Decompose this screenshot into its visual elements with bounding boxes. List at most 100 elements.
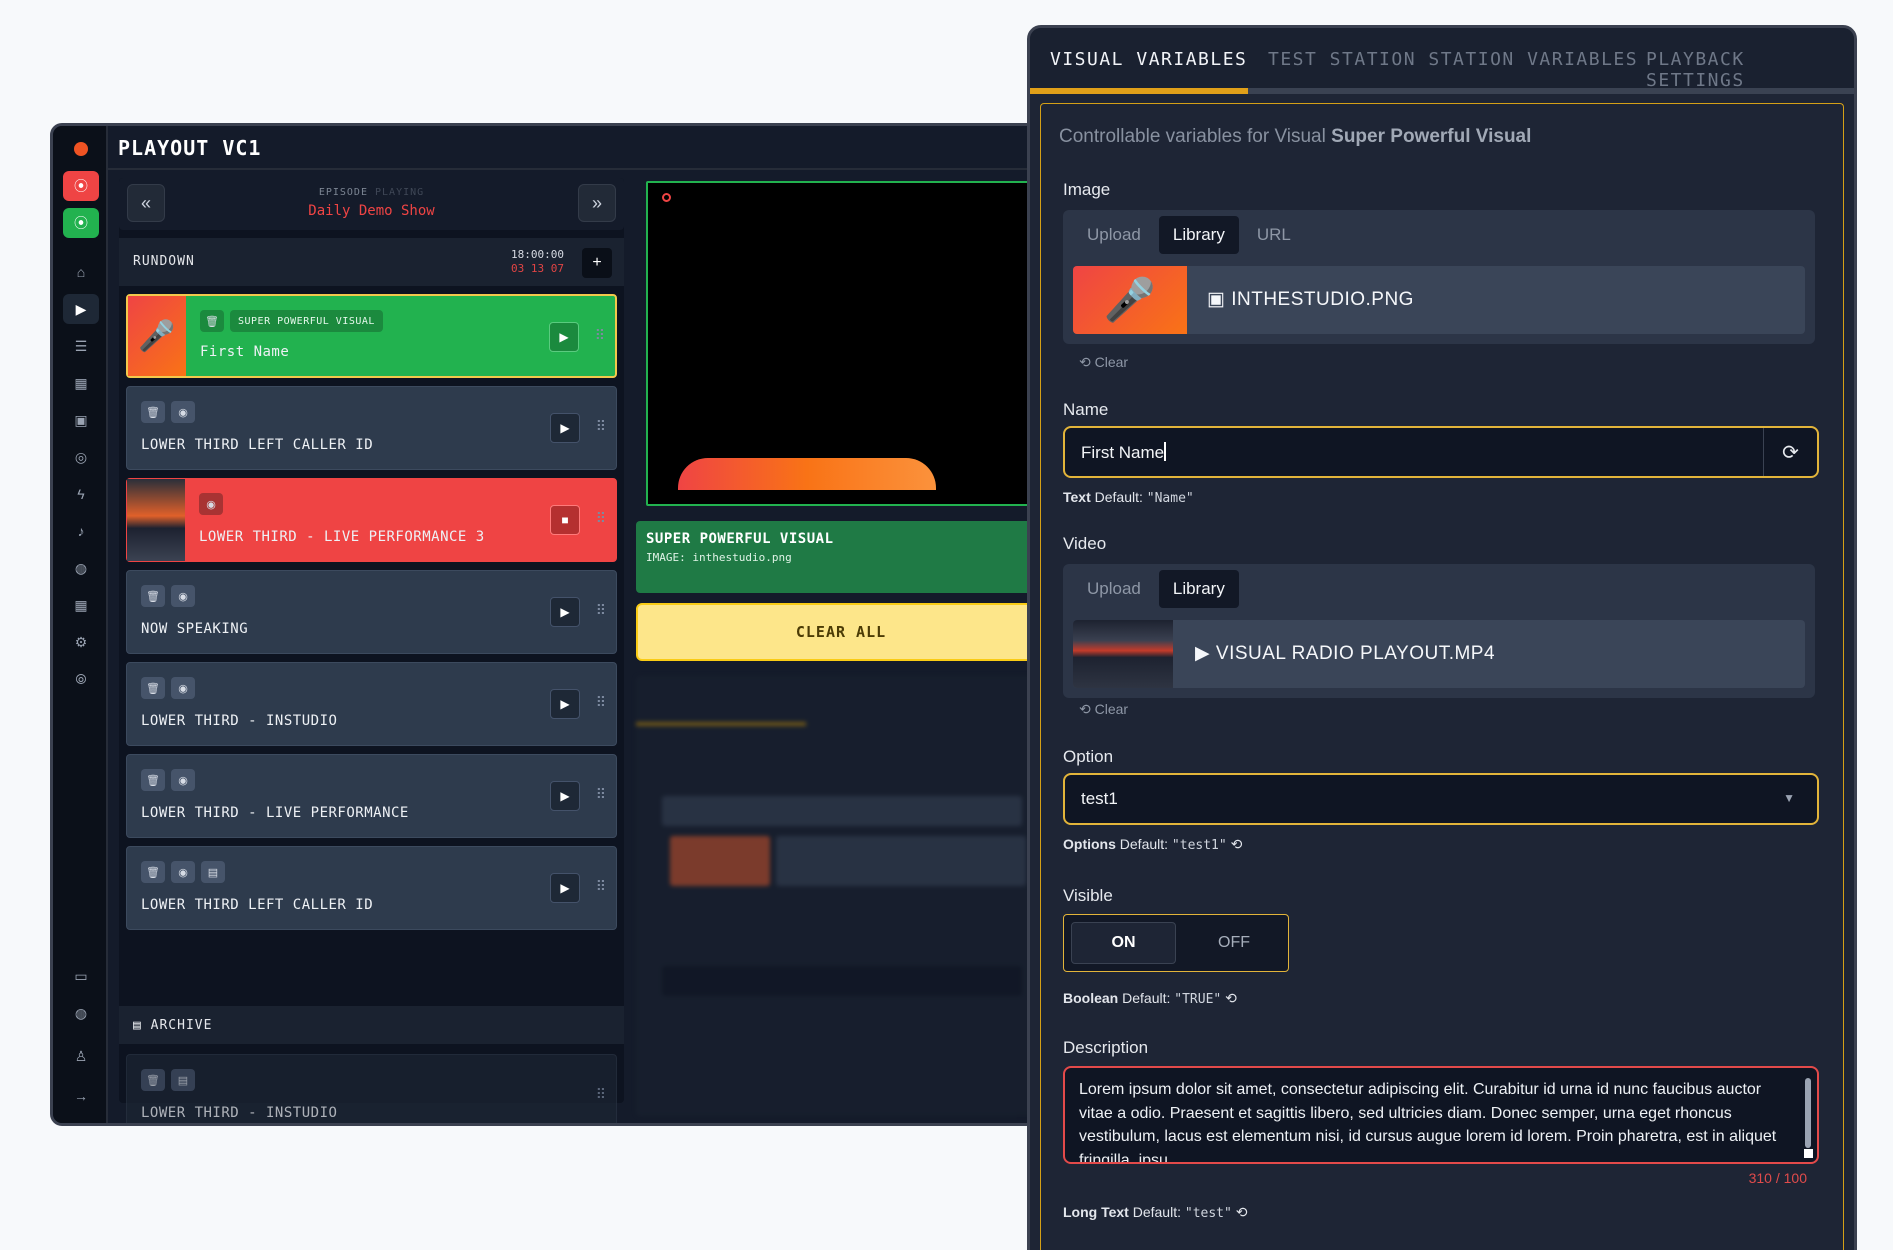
rundown-item[interactable]: 🗑 ◉ ▤ LOWER THIRD LEFT CALLER ID ▶ ⠿ — [126, 846, 617, 930]
video-file[interactable]: ▶ VISUAL RADIO PLAYOUT.MP4 — [1073, 620, 1805, 688]
arrow-right-icon[interactable]: → — [63, 1081, 99, 1111]
image-label: Image — [1063, 180, 1111, 199]
reset-icon[interactable]: ⟲ — [1225, 990, 1237, 1006]
tab-playback-settings[interactable]: PLAYBACK SETTINGS — [1646, 49, 1854, 91]
play-button[interactable]: ▶ — [550, 689, 580, 719]
episode-status: PLAYING — [375, 187, 425, 198]
text-cursor — [1164, 442, 1167, 461]
go-icon[interactable]: ⦿ — [63, 208, 99, 238]
item-name: LOWER THIRD - INSTUDIO — [141, 1105, 338, 1121]
drag-handle-icon[interactable]: ⠿ — [596, 418, 606, 435]
play-button[interactable]: ▶ — [550, 873, 580, 903]
image-clear-link[interactable]: ⟲ Clear — [1079, 354, 1128, 371]
clear-all-button[interactable]: CLEAR ALL — [636, 603, 1046, 661]
episode-bar: « EPISODE PLAYING Daily Demo Show » — [119, 178, 624, 230]
eye-icon[interactable]: ◉ — [171, 585, 195, 607]
description-textarea[interactable]: Lorem ipsum dolor sit amet, consectetur … — [1063, 1066, 1819, 1164]
play-icon[interactable]: ▶ — [63, 294, 99, 324]
home-icon[interactable]: ⌂ — [63, 257, 99, 287]
archive-title: ARCHIVE — [150, 1018, 213, 1033]
video-tab-library[interactable]: Library — [1158, 570, 1239, 608]
visible-default-hint: Boolean Default: "TRUE" ⟲ — [1063, 990, 1237, 1007]
visible-label: Visible — [1063, 886, 1113, 905]
toggle-off-option[interactable]: OFF — [1184, 922, 1284, 964]
bolt-icon[interactable]: ϟ — [63, 479, 99, 509]
add-item-button[interactable]: + — [582, 248, 612, 278]
stop-icon[interactable]: ⦿ — [63, 171, 99, 201]
tab-station-variables[interactable]: TEST STATION STATION VARIABLES — [1268, 49, 1638, 70]
trash-icon[interactable]: 🗑 — [141, 861, 165, 883]
monitor-icon[interactable]: ▭ — [63, 961, 99, 991]
rundown-item[interactable]: 🗑 ◉ LOWER THIRD LEFT CALLER ID ▶ ⠿ — [126, 386, 617, 470]
next-episode-button[interactable]: » — [578, 184, 616, 222]
trash-icon[interactable]: 🗑 — [200, 310, 224, 332]
archive-icon[interactable]: ▤ — [171, 1069, 195, 1091]
active-tab-indicator — [1030, 88, 1248, 94]
toggle-on-option[interactable]: ON — [1071, 922, 1176, 964]
rundown-item[interactable]: 🗑 ◉ LOWER THIRD - INSTUDIO ▶ ⠿ — [126, 662, 617, 746]
video-clear-link[interactable]: ⟲ Clear — [1079, 701, 1128, 718]
visible-toggle[interactable]: ON OFF — [1063, 914, 1289, 972]
option-select[interactable]: test1 ▼ — [1063, 773, 1819, 825]
mic-icon[interactable]: ◍ — [63, 553, 99, 583]
drag-handle-icon[interactable]: ⠿ — [595, 327, 605, 344]
trash-icon[interactable]: 🗑 — [141, 677, 165, 699]
play-button[interactable]: ▶ — [550, 597, 580, 627]
episode-title: Daily Demo Show — [308, 203, 435, 219]
broadcast-icon[interactable]: ⦾ — [63, 664, 99, 694]
drag-handle-icon[interactable]: ⠿ — [596, 878, 606, 895]
image-icon[interactable]: ▣ — [63, 405, 99, 435]
list-icon[interactable]: ☰ — [63, 331, 99, 361]
trash-icon[interactable]: 🗑 — [141, 401, 165, 423]
archived-item[interactable]: 🗑 ▤ LOWER THIRD - INSTUDIO ⠿ — [126, 1054, 617, 1123]
image-file-name: INTHESTUDIO.PNG — [1231, 289, 1414, 310]
record-icon[interactable] — [63, 134, 99, 164]
trash-icon[interactable]: 🗑 — [141, 585, 165, 607]
drag-handle-icon[interactable]: ⠿ — [596, 602, 606, 619]
music-icon[interactable]: ♪ — [63, 516, 99, 546]
eye-icon[interactable]: ◉ — [199, 493, 223, 515]
drag-handle-icon[interactable]: ⠿ — [596, 510, 606, 527]
on-air-card[interactable]: SUPER POWERFUL VISUAL IMAGE: inthestudio… — [636, 521, 1046, 593]
rundown-title: RUNDOWN — [133, 254, 195, 269]
eye-icon[interactable]: ◉ — [171, 677, 195, 699]
drag-handle-icon[interactable]: ⠿ — [596, 694, 606, 711]
target-icon[interactable]: ◎ — [63, 442, 99, 472]
play-button[interactable]: ▶ — [549, 322, 579, 352]
eye-icon[interactable]: ◉ — [171, 401, 195, 423]
rundown-item[interactable]: 🗑 ◉ NOW SPEAKING ▶ ⠿ — [126, 570, 617, 654]
trash-icon[interactable]: 🗑 — [141, 1069, 165, 1091]
image-file[interactable]: 🎤 ▣ INTHESTUDIO.PNG — [1073, 266, 1805, 334]
play-button[interactable]: ▶ — [550, 413, 580, 443]
globe-icon[interactable]: ◍ — [63, 998, 99, 1028]
eye-icon[interactable]: ◉ — [171, 769, 195, 791]
resize-handle-icon[interactable] — [1804, 1149, 1813, 1158]
reset-icon[interactable]: ⟳ — [1763, 428, 1817, 476]
rundown-item[interactable]: 🗑 ◉ LOWER THIRD - LIVE PERFORMANCE ▶ ⠿ — [126, 754, 617, 838]
reset-icon[interactable]: ⟲ — [1231, 836, 1243, 852]
tab-visual-variables[interactable]: VISUAL VARIABLES — [1050, 49, 1247, 70]
gear-icon[interactable]: ⚙ — [63, 627, 99, 657]
drag-handle-icon[interactable]: ⠿ — [596, 1086, 606, 1103]
archive-header[interactable]: ▤ ARCHIVE — [119, 1006, 624, 1044]
eye-icon[interactable]: ◉ — [171, 861, 195, 883]
trash-icon[interactable]: 🗑 — [141, 769, 165, 791]
stop-button[interactable]: ■ — [550, 505, 580, 535]
image-tab-library[interactable]: Library — [1158, 216, 1239, 254]
reset-icon[interactable]: ⟲ — [1236, 1204, 1248, 1220]
image-tab-upload[interactable]: Upload — [1073, 216, 1155, 254]
textarea-scrollbar[interactable] — [1805, 1078, 1811, 1148]
rundown-time: 18:00:00 — [511, 248, 564, 261]
name-input[interactable]: First Name ⟳ — [1063, 426, 1819, 478]
user-icon[interactable]: ♙ — [63, 1041, 99, 1071]
video-tab-upload[interactable]: Upload — [1073, 570, 1155, 608]
item-name: LOWER THIRD - INSTUDIO — [141, 713, 338, 729]
calendar-icon[interactable]: ▦ — [63, 368, 99, 398]
grid-icon[interactable]: ▦ — [63, 590, 99, 620]
image-tab-url[interactable]: URL — [1243, 216, 1305, 254]
drag-handle-icon[interactable]: ⠿ — [596, 786, 606, 803]
play-button[interactable]: ▶ — [550, 781, 580, 811]
archive-icon[interactable]: ▤ — [201, 861, 225, 883]
rundown-item[interactable]: ◉ LOWER THIRD - LIVE PERFORMANCE 3 ■ ⠿ — [126, 478, 617, 562]
rundown-item[interactable]: 🎤 🗑 SUPER POWERFUL VISUAL First Name ▶ ⠿ — [126, 294, 617, 378]
